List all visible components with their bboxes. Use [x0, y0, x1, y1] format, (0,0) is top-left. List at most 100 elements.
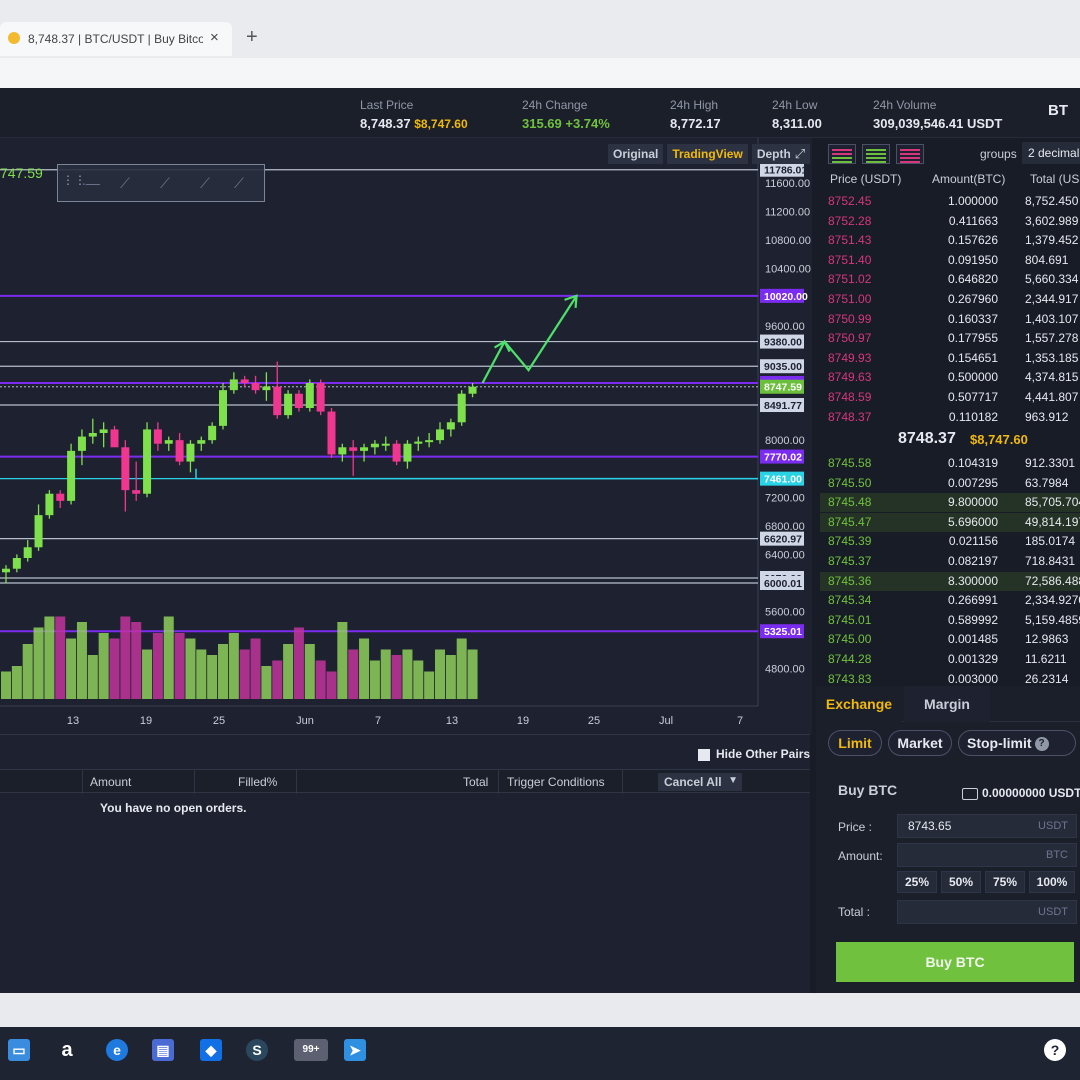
ask-row[interactable]: 8751.43 0.157626 1,379.452: [820, 231, 1080, 250]
candle-body: [349, 447, 358, 451]
steam-icon[interactable]: S: [246, 1039, 268, 1061]
price-cell: 8745.47: [828, 514, 872, 529]
amazon-icon[interactable]: a: [56, 1039, 78, 1061]
bid-row[interactable]: 8745.01 0.589992 5,159.4859: [820, 611, 1080, 630]
drawing-toolbar[interactable]: ⋮⋮ ∙— ⟋ ⟋ ⟋ ⟋: [57, 164, 265, 202]
price-axis-label: 9600.00: [765, 321, 805, 333]
change-label: 24h Change: [522, 98, 588, 112]
help-tray-icon[interactable]: ?: [1044, 1039, 1066, 1061]
orderbook-bids-view-icon[interactable]: [862, 144, 890, 164]
tab-margin[interactable]: Margin: [904, 686, 990, 722]
candle-body: [56, 493, 65, 501]
percent-75-button[interactable]: 75%: [985, 871, 1025, 893]
file-explorer-icon[interactable]: ▭: [8, 1039, 30, 1061]
tab-tradingview[interactable]: TradingView: [667, 144, 748, 164]
chevron-down-icon[interactable]: ▼: [728, 775, 738, 786]
ask-row[interactable]: 8749.93 0.154651 1,353.185: [820, 349, 1080, 368]
pair-label[interactable]: BT: [1048, 102, 1068, 119]
bid-row[interactable]: 8745.37 0.082197 718.8431: [820, 552, 1080, 571]
fib-tool-icon[interactable]: ⟋: [120, 175, 142, 191]
bid-row[interactable]: 8745.58 0.104319 912.3301: [820, 454, 1080, 473]
candle-body: [208, 425, 217, 441]
amount-input[interactable]: BTC: [897, 843, 1077, 867]
fullscreen-icon[interactable]: ⤢: [790, 144, 810, 164]
percent-100-button[interactable]: 100%: [1029, 871, 1075, 893]
volume-bar: [76, 622, 87, 699]
price-cell: 8752.45: [828, 194, 872, 208]
total-label: Total :: [838, 905, 871, 919]
telegram-icon[interactable]: ➤: [344, 1039, 366, 1061]
price-axis-label: 4800.00: [765, 664, 805, 676]
amount-cell: 0.091950: [947, 252, 998, 267]
total-cell: 804.691: [1025, 252, 1069, 267]
volume-bar: [359, 638, 370, 699]
bid-row[interactable]: 8745.50 0.007295 63.7984: [820, 474, 1080, 493]
tab-original[interactable]: Original: [608, 144, 664, 164]
candle-body: [99, 429, 108, 433]
candle-body: [414, 441, 423, 444]
price-axis-label: 6800.00: [765, 521, 805, 533]
ask-row[interactable]: 8752.28 0.411663 3,602.989: [820, 212, 1080, 231]
ask-row[interactable]: 8749.63 0.500000 4,374.815: [820, 368, 1080, 387]
candle-body: [392, 443, 401, 462]
dropbox-icon[interactable]: ◆: [200, 1039, 222, 1061]
store-icon[interactable]: ▤: [152, 1039, 174, 1061]
buy-btc-button[interactable]: Buy BTC: [836, 942, 1074, 982]
bid-row[interactable]: 8745.00 0.001485 12.9863: [820, 630, 1080, 649]
ask-row[interactable]: 8750.99 0.160337 1,403.107: [820, 310, 1080, 329]
amount-unit: BTC: [1046, 849, 1068, 861]
ray-tool-icon[interactable]: ⟋: [200, 175, 222, 191]
new-tab-button[interactable]: +: [246, 26, 258, 49]
ask-row[interactable]: 8750.97 0.177955 1,557.278: [820, 329, 1080, 348]
cancel-all-button[interactable]: Cancel All ▼: [658, 773, 742, 791]
candle-body: [316, 383, 325, 412]
help-icon[interactable]: ?: [1034, 737, 1049, 752]
chart-panel[interactable]: 11600.00 11200.00 10800.00 10400.00 9600.00 8…: [0, 138, 812, 734]
bid-row[interactable]: 8745.39 0.021156 185.0174: [820, 532, 1080, 551]
total-cell: 1,557.278: [1025, 331, 1079, 346]
order-type-stop-limit[interactable]: Stop-limit?: [958, 730, 1076, 756]
ask-row[interactable]: 8751.02 0.646820 5,660.334: [820, 270, 1080, 289]
browser-tab[interactable]: 8,748.37 | BTC/USDT | Buy Bitcoin ×: [0, 22, 232, 56]
total-input[interactable]: USDT: [897, 900, 1077, 924]
bid-row[interactable]: 8745.36 8.300000 72,586.4880: [820, 571, 1080, 591]
price-chart[interactable]: 11600.00 11200.00 10800.00 10400.00 9600.00 8…: [0, 138, 812, 734]
edge-browser-icon[interactable]: e: [106, 1039, 128, 1061]
total-cell: 8,752.450: [1025, 194, 1079, 208]
ask-row[interactable]: 8751.00 0.267960 2,344.917: [820, 290, 1080, 309]
candle-body: [110, 429, 119, 448]
percent-50-button[interactable]: 50%: [941, 871, 981, 893]
hide-other-pairs-checkbox[interactable]: Hide Other Pairs: [698, 747, 810, 761]
volume-bar: [109, 638, 120, 699]
checkbox-icon[interactable]: [698, 748, 710, 761]
trendline-tool-icon[interactable]: ⟋: [160, 175, 182, 191]
price-unit: USDT: [1038, 820, 1068, 832]
ask-row[interactable]: 8752.45 1.000000 8,752.450: [820, 192, 1080, 211]
mail-badge: 99+: [302, 1044, 320, 1055]
volume-label: 24h Volume: [873, 98, 937, 112]
ask-row[interactable]: 8751.40 0.091950 804.691: [820, 251, 1080, 270]
percent-25-button[interactable]: 25%: [897, 871, 937, 893]
bid-row[interactable]: 8744.28 0.001329 11.6211: [820, 650, 1080, 669]
bid-row[interactable]: 8745.47 5.696000 49,814.1971: [820, 512, 1080, 532]
ask-row[interactable]: 8748.59 0.507717 4,441.807: [820, 388, 1080, 407]
candle-body: [45, 493, 54, 516]
groups-select[interactable]: 2 decimal: [1022, 142, 1080, 164]
bid-row[interactable]: 8745.34 0.266991 2,334.9270: [820, 591, 1080, 610]
tab-close-icon[interactable]: ×: [210, 29, 219, 46]
orderbook-asks-view-icon[interactable]: [896, 144, 924, 164]
price-input[interactable]: 8743.65 USDT: [897, 814, 1077, 838]
total-cell: 5,159.4859: [1025, 612, 1080, 627]
extended-line-tool-icon[interactable]: ⟋: [234, 175, 256, 191]
ask-row[interactable]: 8748.37 0.110182 963.912: [820, 408, 1080, 427]
last-price-usd: $8,747.60: [414, 117, 468, 131]
tab-exchange[interactable]: Exchange: [816, 686, 902, 722]
orderbook-both-view-icon[interactable]: [828, 144, 856, 164]
high-label: 24h High: [670, 98, 719, 112]
order-type-limit[interactable]: Limit: [828, 730, 882, 756]
order-type-market[interactable]: Market: [888, 730, 952, 756]
mail-icon[interactable]: 99+: [294, 1039, 328, 1061]
price-level-tag-label: 11786.01: [764, 165, 807, 177]
horizontal-ray-tool-icon[interactable]: ∙—: [82, 175, 104, 191]
bid-row[interactable]: 8745.48 9.800000 85,705.7040: [820, 493, 1080, 513]
